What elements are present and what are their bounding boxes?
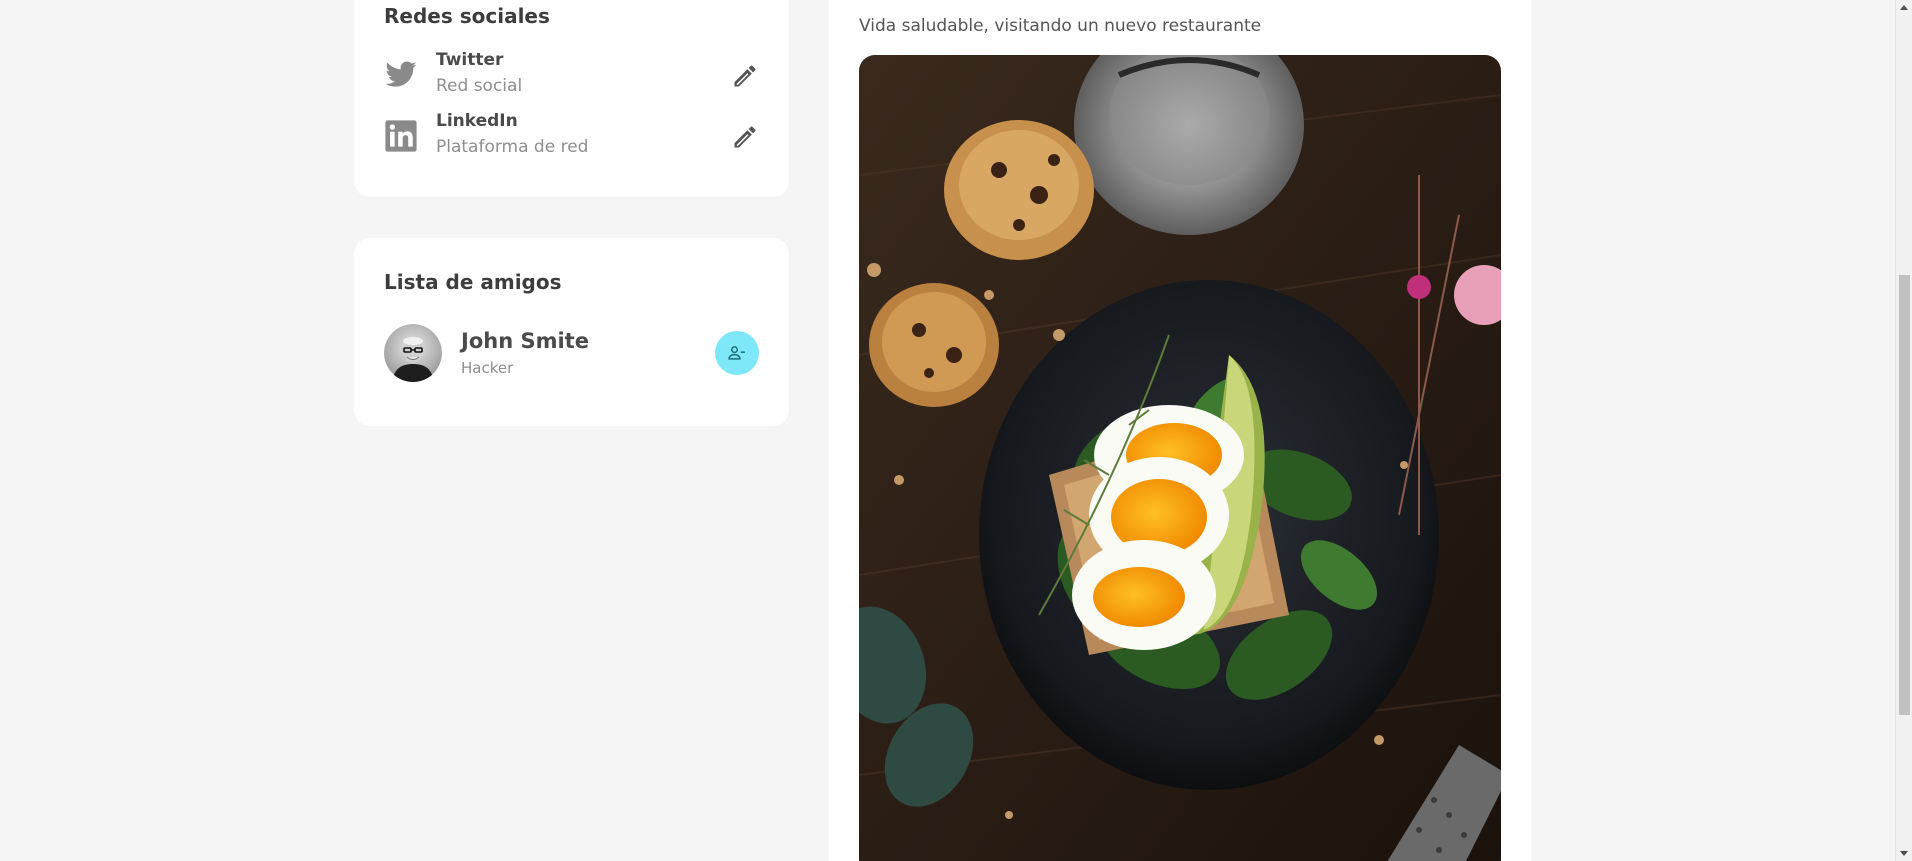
friend-name[interactable]: John Smite — [461, 329, 589, 353]
social-networks-card: Redes sociales Twitter Red social Linked… — [354, 0, 789, 197]
edit-linkedin-button[interactable] — [731, 123, 759, 151]
pencil-icon — [734, 65, 756, 87]
page-scrollbar[interactable] — [1895, 0, 1912, 861]
social-item-name: LinkedIn — [436, 111, 518, 131]
social-item-description: Plataforma de red — [436, 137, 589, 157]
social-item-description: Red social — [436, 76, 523, 96]
scrollbar-thumb[interactable] — [1899, 275, 1910, 715]
friend-role: Hacker — [461, 359, 514, 377]
friends-list-title: Lista de amigos — [384, 270, 562, 294]
post-image[interactable] — [859, 55, 1501, 861]
social-item-twitter: Twitter Red social — [384, 50, 759, 102]
social-networks-title: Redes sociales — [384, 4, 550, 28]
scroll-down-arrow-icon[interactable] — [1900, 851, 1908, 856]
social-item-linkedin: LinkedIn Plataforma de red — [384, 111, 759, 163]
edit-twitter-button[interactable] — [731, 62, 759, 90]
social-item-name: Twitter — [436, 50, 504, 70]
post-panel: Vida saludable, visitando un nuevo resta… — [829, 0, 1531, 861]
linkedin-icon — [385, 120, 417, 152]
remove-friend-button[interactable] — [715, 331, 759, 375]
friend-list-item: John Smite Hacker — [384, 324, 759, 384]
pencil-icon — [734, 126, 756, 148]
post-caption: Vida saludable, visitando un nuevo resta… — [859, 16, 1262, 36]
friends-list-card: Lista de amigos John Smite Hacker — [354, 238, 789, 426]
twitter-icon — [385, 61, 417, 87]
avatar[interactable] — [384, 324, 442, 382]
scroll-up-arrow-icon[interactable] — [1900, 5, 1908, 10]
person-remove-icon — [728, 346, 745, 360]
